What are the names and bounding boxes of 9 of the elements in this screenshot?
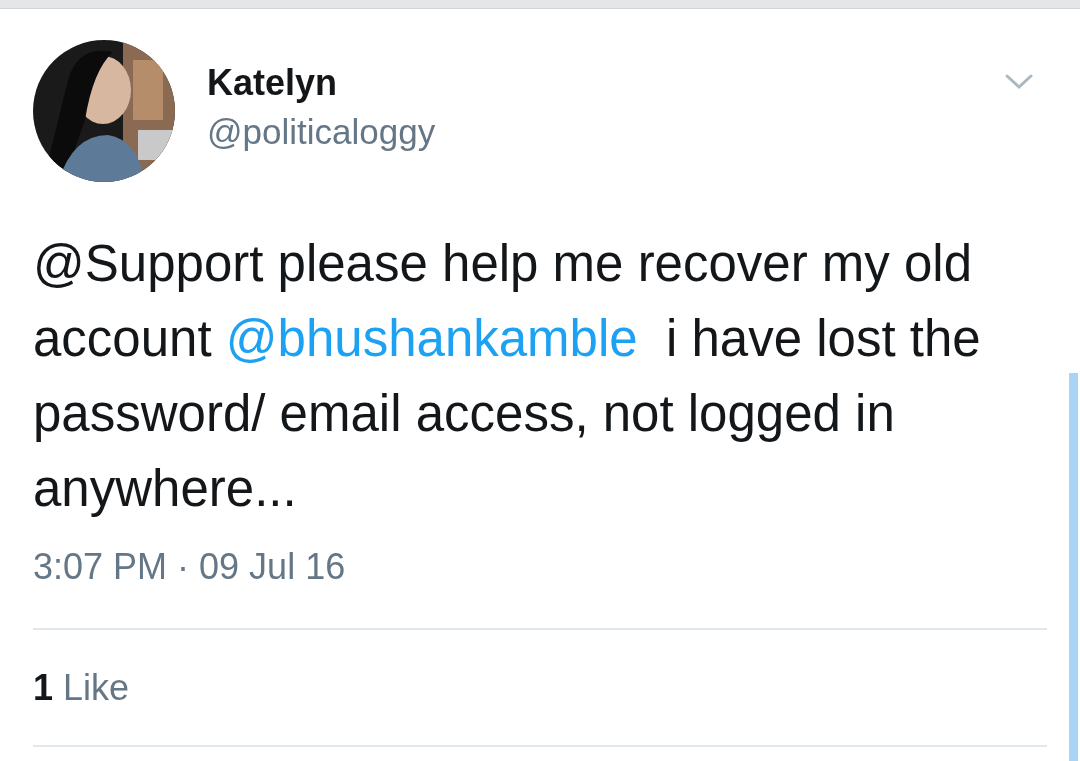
author-name[interactable]: Katelyn [207, 62, 436, 104]
chevron-down-icon[interactable] [1005, 74, 1033, 90]
author-handle[interactable]: @politicaloggy [207, 112, 436, 152]
mention-link[interactable]: @bhushankamble [225, 310, 638, 367]
like-count: 1 [33, 666, 54, 709]
timestamp: 3:07 PM · 09 Jul 16 [33, 546, 347, 588]
scrollbar[interactable] [1069, 373, 1078, 761]
likes-label[interactable]: Like [63, 666, 130, 709]
tweet-text: @Support please help me recover my old account @bhushankamble i have lost the password/ email access, not logged in anywhere... [33, 234, 982, 519]
